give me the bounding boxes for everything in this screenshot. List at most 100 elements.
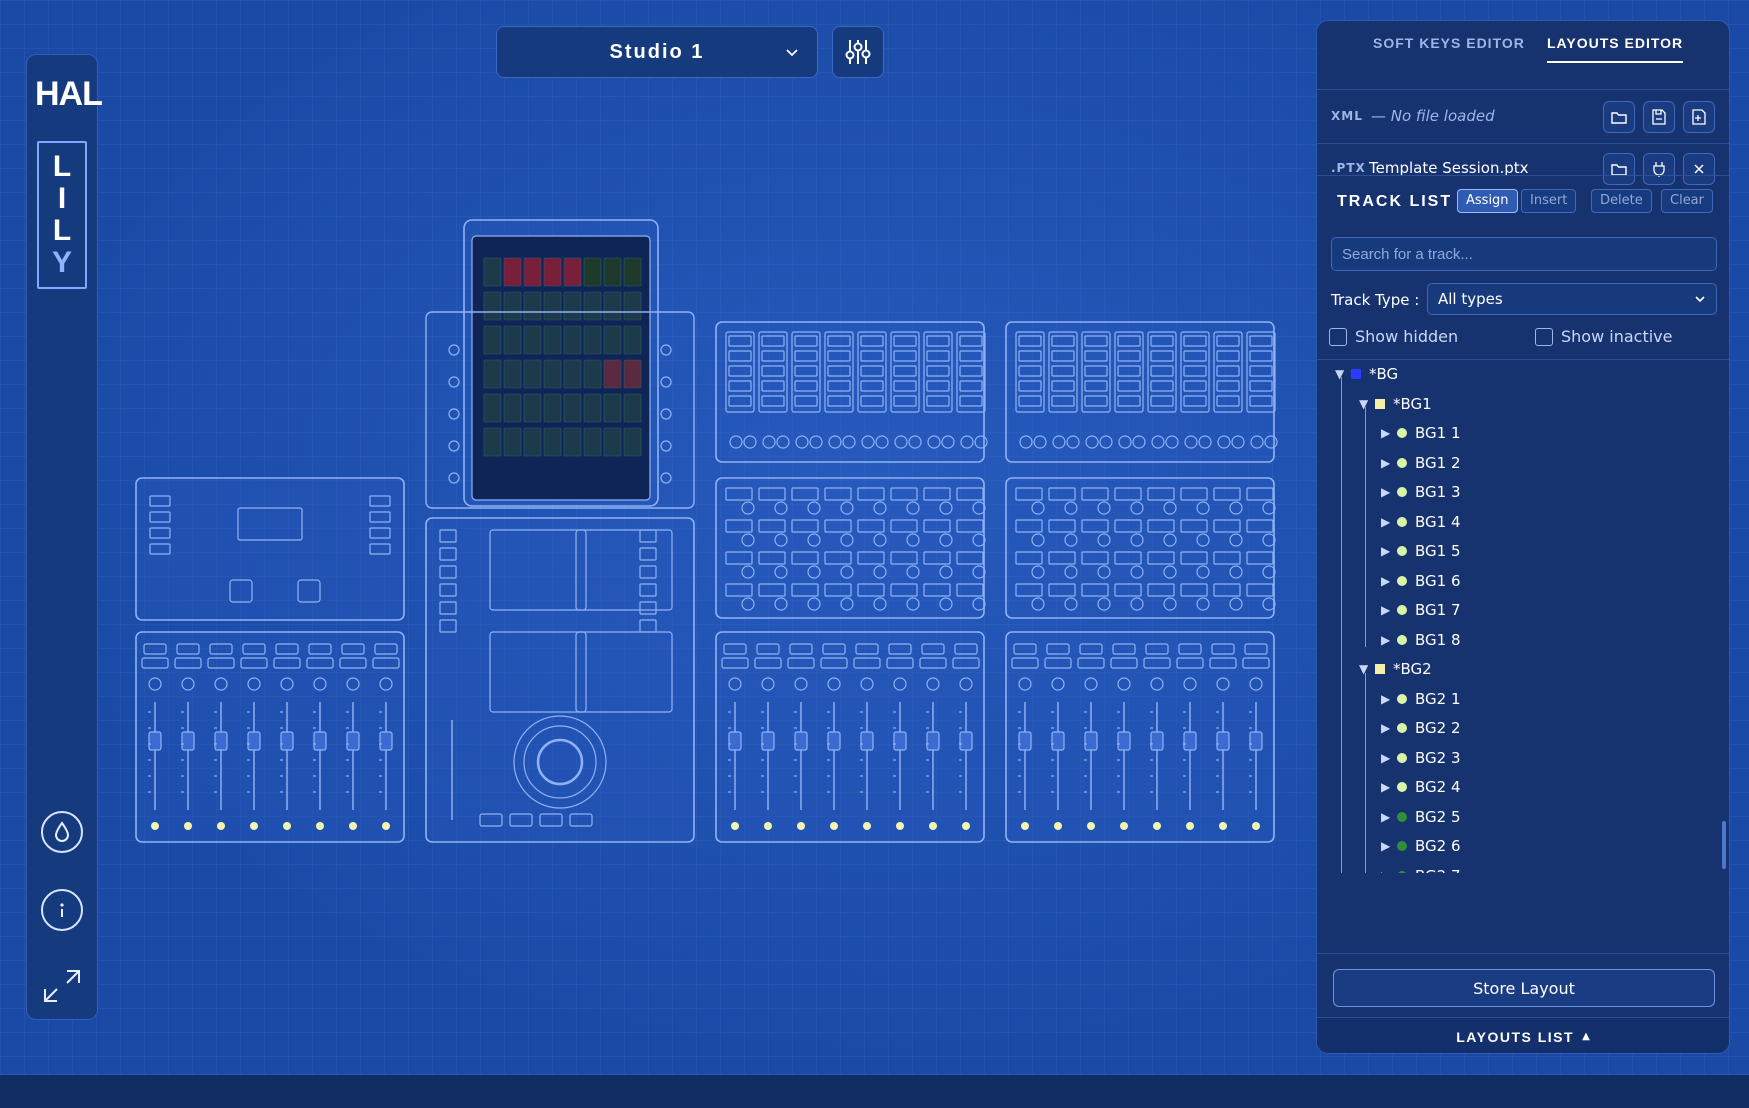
tree-item-label: BG1 4 — [1415, 512, 1461, 531]
tree-item[interactable]: ▶ BG1 1 — [1381, 420, 1461, 446]
track-color-swatch — [1397, 634, 1407, 645]
caret-up-icon: ▲ — [1582, 1031, 1590, 1042]
track-color-swatch — [1397, 605, 1407, 615]
track-color-swatch — [1397, 870, 1407, 873]
track-type-value: All types — [1438, 290, 1503, 308]
tree-item[interactable]: ▶ BG1 2 — [1381, 450, 1461, 476]
tree-item[interactable]: ▶ BG1 5 — [1381, 538, 1461, 564]
tree-item-label: *BG2 — [1393, 660, 1432, 678]
tree-item-label: BG2 1 — [1415, 689, 1461, 708]
xml-file-status: — No file loaded — [1371, 107, 1495, 125]
expand-arrow-icon[interactable]: ▶ — [1381, 515, 1397, 529]
tree-item[interactable]: ▶ BG2 7 — [1381, 863, 1461, 874]
tree-item[interactable]: ▶ BG2 3 — [1381, 745, 1461, 771]
tree-item-label: BG2 7 — [1415, 867, 1461, 874]
expand-arrow-icon[interactable]: ▶ — [1381, 485, 1397, 499]
tree-guide — [1341, 377, 1342, 873]
layouts-list-toggle[interactable]: LAYOUTS LIST ▲ — [1317, 1017, 1729, 1053]
collapse-arrow-icon[interactable]: ▼ — [1359, 662, 1375, 676]
expand-arrow-icon[interactable]: ▶ — [1381, 692, 1397, 706]
tree-item[interactable]: ▶ BG2 5 — [1381, 804, 1461, 830]
tree-item[interactable]: ▶ BG1 8 — [1381, 627, 1461, 653]
track-color-swatch — [1375, 398, 1385, 409]
expand-arrow-icon[interactable]: ▶ — [1381, 839, 1397, 853]
tree-item-label: BG1 2 — [1415, 453, 1461, 472]
ptx-connect-button[interactable] — [1643, 153, 1675, 185]
delete-button[interactable]: Delete — [1591, 189, 1652, 213]
track-color-swatch — [1351, 369, 1361, 379]
editor-panel: SOFT KEYS EDITOR LAYOUTS EDITOR XML — No… — [1316, 20, 1730, 1054]
track-color-swatch — [1397, 575, 1407, 586]
tree-item[interactable]: ▶ BG1 4 — [1381, 509, 1461, 535]
show-inactive-option[interactable]: Show inactive — [1535, 327, 1672, 346]
tree-item[interactable]: ▼ *BG2 — [1359, 656, 1432, 682]
expand-arrow-icon[interactable]: ▶ — [1381, 780, 1397, 794]
tree-guide — [1365, 673, 1366, 873]
tree-item[interactable]: ▶ BG1 6 — [1381, 568, 1461, 594]
store-layout-button[interactable]: Store Layout — [1333, 969, 1715, 1007]
expand-arrow-icon[interactable]: ▶ — [1381, 810, 1397, 824]
insert-button[interactable]: Insert — [1521, 189, 1577, 213]
tab-soft-keys-editor[interactable]: SOFT KEYS EDITOR — [1373, 35, 1525, 61]
track-tree: ▼ *BG ▼ *BG1 ▶ BG1 1 ▶ BG1 2 ▶ BG1 3 ▶ BG1 4 ▶ BG1 5 ▶… — [1317, 361, 1717, 873]
track-type-select[interactable]: All types — [1427, 283, 1717, 315]
tree-item[interactable]: ▶ BG2 2 — [1381, 715, 1461, 741]
show-inactive-checkbox[interactable] — [1535, 327, 1553, 346]
tree-item[interactable]: ▶ BG2 1 — [1381, 686, 1461, 712]
tree-guide — [1365, 407, 1366, 647]
save-as-icon — [1692, 109, 1706, 125]
tree-item-label: BG1 6 — [1415, 571, 1461, 590]
expand-arrow-icon[interactable]: ▶ — [1381, 603, 1397, 617]
tree-item[interactable]: ▼ *BG1 — [1359, 391, 1432, 417]
tree-item-label: BG1 7 — [1415, 601, 1461, 619]
show-hidden-label: Show hidden — [1355, 327, 1459, 346]
expand-arrow-icon[interactable]: ▶ — [1381, 633, 1397, 647]
expand-arrow-icon[interactable]: ▶ — [1381, 426, 1397, 440]
xml-save-button[interactable] — [1643, 101, 1675, 133]
tree-item[interactable]: ▶ BG1 3 — [1381, 479, 1461, 505]
show-hidden-option[interactable]: Show hidden — [1329, 327, 1458, 346]
track-color-swatch — [1397, 811, 1407, 822]
expand-arrow-icon[interactable]: ▶ — [1381, 574, 1397, 588]
track-search-input[interactable] — [1331, 237, 1717, 271]
layouts-list-label: LAYOUTS LIST — [1456, 1028, 1575, 1045]
tree-item[interactable]: ▶ BG2 6 — [1381, 833, 1461, 859]
track-color-swatch — [1397, 457, 1407, 468]
xml-open-button[interactable] — [1603, 101, 1635, 133]
folder-icon — [1611, 112, 1627, 124]
tree-item-label: *BG1 — [1393, 394, 1432, 413]
tree-scrollbar[interactable] — [1722, 821, 1726, 869]
expand-arrow-icon[interactable]: ▶ — [1381, 544, 1397, 558]
chevron-down-icon — [1695, 296, 1705, 303]
track-type-label: Track Type : — [1331, 291, 1420, 309]
clear-button[interactable]: Clear — [1661, 189, 1713, 213]
expand-arrow-icon[interactable]: ▶ — [1381, 869, 1397, 874]
track-color-swatch — [1397, 516, 1407, 527]
tree-item-label: BG1 3 — [1415, 483, 1461, 501]
expand-icon[interactable] — [39, 963, 85, 1009]
tree-item[interactable]: ▶ BG1 7 — [1381, 597, 1461, 623]
show-hidden-checkbox[interactable] — [1329, 327, 1347, 346]
tree-item[interactable]: ▼ *BG — [1335, 361, 1398, 387]
divider — [1317, 953, 1729, 954]
divider — [1317, 175, 1729, 176]
tab-layouts-editor[interactable]: LAYOUTS EDITOR — [1547, 35, 1684, 63]
expand-arrow-icon[interactable]: ▶ — [1381, 721, 1397, 735]
ptx-close-button[interactable] — [1683, 153, 1715, 185]
ptx-open-button[interactable] — [1603, 153, 1635, 185]
tree-item[interactable]: ▶ BG2 4 — [1381, 774, 1461, 800]
tree-item-label: BG2 6 — [1415, 837, 1461, 855]
track-color-swatch — [1397, 546, 1407, 556]
track-color-swatch — [1397, 841, 1407, 851]
expand-arrow-icon[interactable]: ▶ — [1381, 456, 1397, 470]
collapse-arrow-icon[interactable]: ▼ — [1359, 397, 1375, 411]
xml-file-row: XML — No file loaded — [1317, 91, 1729, 143]
divider — [1317, 89, 1729, 90]
xml-save-as-button[interactable] — [1683, 101, 1715, 133]
editor-tabs: SOFT KEYS EDITOR LAYOUTS EDITOR — [1317, 21, 1729, 83]
expand-arrow-icon[interactable]: ▶ — [1381, 751, 1397, 765]
save-icon — [1652, 109, 1666, 125]
track-color-swatch — [1397, 723, 1407, 733]
assign-button[interactable]: Assign — [1457, 189, 1518, 213]
collapse-arrow-icon[interactable]: ▼ — [1335, 367, 1351, 381]
